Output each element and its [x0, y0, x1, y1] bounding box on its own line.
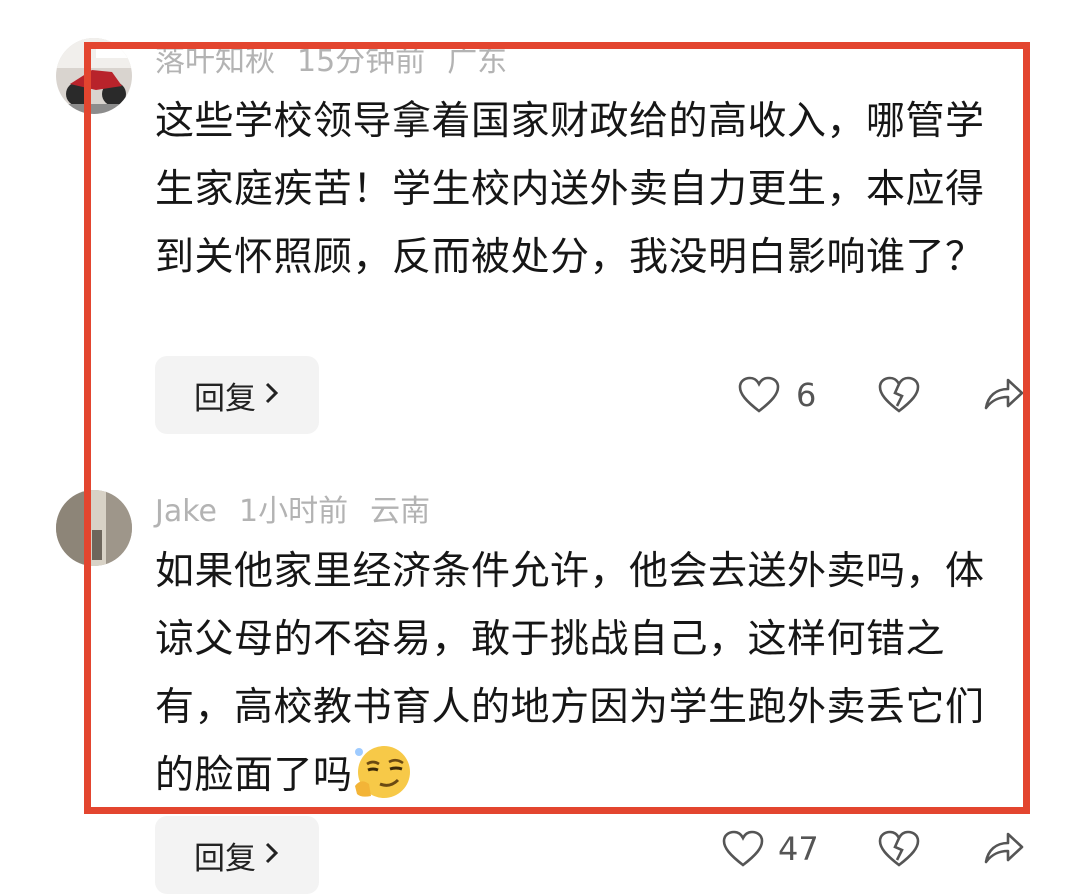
chevron-right-icon [264, 378, 280, 413]
avatar-image [56, 38, 132, 114]
broken-heart-icon [878, 376, 920, 413]
like-button[interactable] [722, 830, 764, 868]
reply-label: 回复 [194, 380, 256, 417]
location: 广东 [447, 44, 508, 79]
chevron-right-icon [264, 838, 280, 873]
timestamp: 1小时前 [239, 494, 349, 529]
reply-button[interactable]: 回复 [155, 356, 319, 434]
reply-label: 回复 [194, 840, 256, 877]
share-arrow-icon [984, 378, 1024, 410]
comment-text: 如果他家里经济条件允许，他会去送外卖吗，体谅父母的不容易，敢于挑战自己，这样何错… [155, 538, 1005, 822]
avatar[interactable] [56, 38, 132, 114]
username[interactable]: Jake [155, 494, 217, 529]
reply-button[interactable]: 回复 [155, 816, 319, 894]
like-button[interactable] [738, 376, 780, 414]
avatar[interactable] [56, 490, 132, 566]
comment-meta: Jake 1小时前 云南 [155, 490, 452, 534]
heart-outline-icon [738, 376, 780, 413]
dislike-button[interactable] [878, 376, 920, 414]
broken-heart-icon [878, 830, 920, 867]
share-arrow-icon [984, 832, 1024, 864]
heart-outline-icon [722, 830, 764, 867]
share-button[interactable] [982, 374, 1026, 414]
share-button[interactable] [982, 828, 1026, 868]
smirk-emoji-icon [353, 744, 413, 822]
dislike-button[interactable] [878, 830, 920, 868]
like-count: 6 [796, 376, 817, 414]
like-count: 47 [778, 830, 819, 868]
username[interactable]: 落叶知秋 [155, 44, 275, 79]
location: 云南 [370, 494, 431, 529]
avatar-image [56, 490, 132, 566]
timestamp: 15分钟前 [297, 44, 426, 79]
comment-meta: 落叶知秋 15分钟前 广东 [155, 40, 529, 84]
comment-text-content: 如果他家里经济条件允许，他会去送外卖吗，体谅父母的不容易，敢于挑战自己，这样何错… [155, 549, 985, 798]
comment-text: 这些学校领导拿着国家财政给的高收入，哪管学生家庭疾苦！学生校内送外卖自力更生，本… [155, 99, 985, 280]
